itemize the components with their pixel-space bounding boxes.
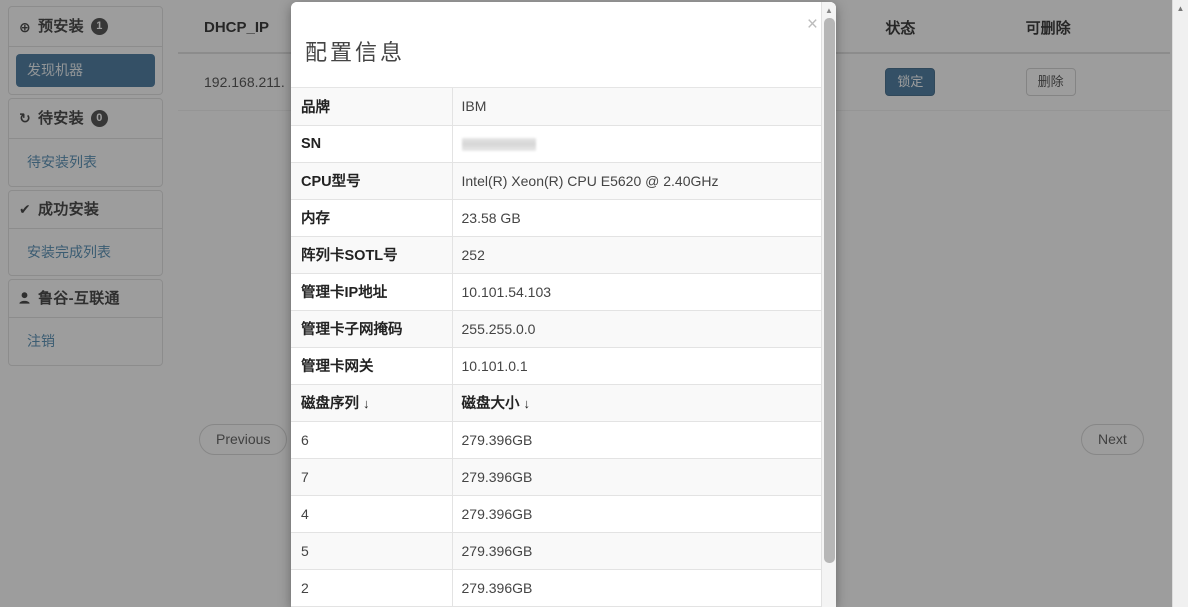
table-row: 6 279.396GB xyxy=(291,421,836,459)
table-row: 4 279.396GB xyxy=(291,495,836,533)
col-header-disk-serial[interactable]: 磁盘序列 ↓ xyxy=(291,384,453,422)
table-row: 品牌 IBM xyxy=(291,88,836,126)
disk-serial-label: 磁盘序列 xyxy=(301,396,359,412)
sort-descending-icon: ↓ xyxy=(363,396,370,411)
table-row: SN xyxy=(291,125,836,163)
cell-disk-size: 279.396GB xyxy=(452,458,836,496)
config-info-table: 品牌 IBM SN CPU型号 Intel(R) Xeon(R) CPU E56… xyxy=(291,88,836,607)
row-label-sn: SN xyxy=(291,125,453,163)
cell-disk-serial: 4 xyxy=(291,495,453,533)
config-info-modal: 配置信息 × 品牌 IBM SN CPU型号 Intel(R) Xeon(R) … xyxy=(291,2,836,607)
modal-scrollbar[interactable]: ▲ xyxy=(821,2,836,607)
row-value-mgmt-ip: 10.101.54.103 xyxy=(452,273,836,311)
modal-body: 品牌 IBM SN CPU型号 Intel(R) Xeon(R) CPU E56… xyxy=(291,88,836,607)
close-icon[interactable]: × xyxy=(807,15,818,34)
row-value-mgmt-netmask: 255.255.0.0 xyxy=(452,310,836,348)
cell-disk-size: 279.396GB xyxy=(452,532,836,570)
row-label-memory: 内存 xyxy=(291,199,453,237)
page-scrollbar[interactable]: ▲ xyxy=(1172,0,1188,607)
row-value-brand: IBM xyxy=(452,88,836,126)
table-row: CPU型号 Intel(R) Xeon(R) CPU E5620 @ 2.40G… xyxy=(291,162,836,200)
disk-table-header-row: 磁盘序列 ↓ 磁盘大小 ↓ xyxy=(291,384,836,422)
table-row: 内存 23.58 GB xyxy=(291,199,836,237)
cell-disk-size: 279.396GB xyxy=(452,421,836,459)
row-value-mgmt-gateway: 10.101.0.1 xyxy=(452,347,836,385)
app-root: ⊕ 预安装 1 发现机器 ↻ 待安装 0 待安装列表 xyxy=(0,0,1188,607)
cell-disk-serial: 6 xyxy=(291,421,453,459)
scrollbar-thumb[interactable] xyxy=(824,18,835,563)
cell-disk-serial: 7 xyxy=(291,458,453,496)
row-label-mgmt-gateway: 管理卡网关 xyxy=(291,347,453,385)
table-row: 阵列卡SOTL号 252 xyxy=(291,236,836,274)
row-value-sn xyxy=(452,125,836,163)
row-label-mgmt-ip: 管理卡IP地址 xyxy=(291,273,453,311)
row-value-memory: 23.58 GB xyxy=(452,199,836,237)
row-label-cpu-model: CPU型号 xyxy=(291,162,453,200)
scroll-up-arrow-icon[interactable]: ▲ xyxy=(822,3,836,17)
table-row: 管理卡子网掩码 255.255.0.0 xyxy=(291,310,836,348)
row-label-raid-sotl: 阵列卡SOTL号 xyxy=(291,236,453,274)
sort-descending-icon: ↓ xyxy=(523,396,531,411)
redacted-value xyxy=(461,138,536,152)
row-label-mgmt-netmask: 管理卡子网掩码 xyxy=(291,310,453,348)
col-header-disk-size[interactable]: 磁盘大小 ↓ xyxy=(452,384,836,422)
config-info-table-body: 品牌 IBM SN CPU型号 Intel(R) Xeon(R) CPU E56… xyxy=(291,88,836,607)
row-label-brand: 品牌 xyxy=(291,88,453,126)
modal-title: 配置信息 xyxy=(305,41,406,66)
modal-header: 配置信息 × xyxy=(291,2,836,88)
table-row: 2 279.396GB xyxy=(291,569,836,607)
scroll-up-arrow-icon[interactable]: ▲ xyxy=(1173,1,1188,16)
cell-disk-size: 279.396GB xyxy=(452,495,836,533)
row-value-cpu-model: Intel(R) Xeon(R) CPU E5620 @ 2.40GHz xyxy=(452,162,836,200)
table-row: 管理卡网关 10.101.0.1 xyxy=(291,347,836,385)
table-row: 5 279.396GB xyxy=(291,532,836,570)
table-row: 管理卡IP地址 10.101.54.103 xyxy=(291,273,836,311)
disk-size-label: 磁盘大小 xyxy=(461,396,520,412)
cell-disk-serial: 5 xyxy=(291,532,453,570)
row-value-raid-sotl: 252 xyxy=(452,236,836,274)
table-row: 7 279.396GB xyxy=(291,458,836,496)
cell-disk-serial: 2 xyxy=(291,569,453,607)
cell-disk-size: 279.396GB xyxy=(452,569,836,607)
